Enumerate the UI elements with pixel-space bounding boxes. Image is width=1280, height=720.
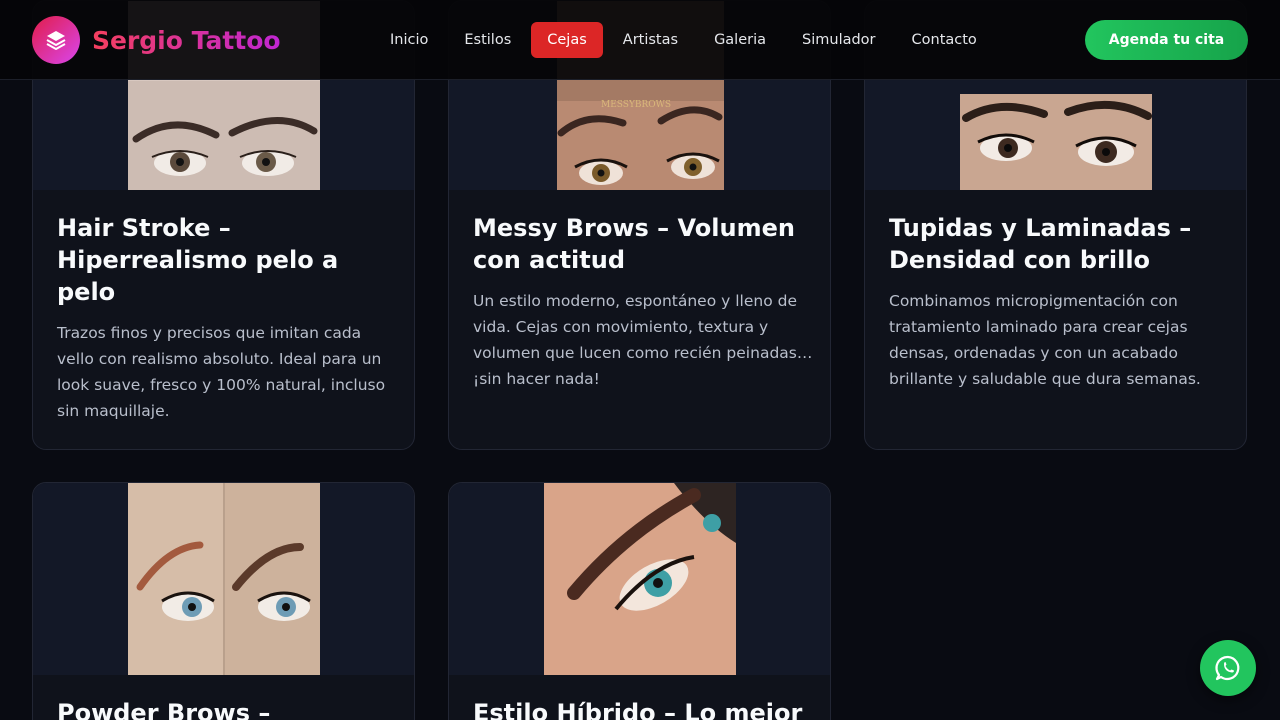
brand-name: Sergio Tattoo: [92, 25, 281, 55]
card-title: Hair Stroke – Hiperrealismo pelo a pelo: [57, 214, 339, 306]
card-description: Combinamos micropigmentación con tratami…: [889, 292, 1201, 388]
nav-item-galeria[interactable]: Galeria: [698, 22, 782, 58]
card-title: Estilo Híbrido – Lo mejor: [473, 699, 803, 720]
eyebrow-photo: [960, 94, 1152, 190]
whatsapp-icon: [1215, 655, 1240, 681]
nav-item-cejas[interactable]: Cejas: [531, 22, 603, 58]
book-appointment-button[interactable]: Agenda tu cita: [1085, 20, 1248, 60]
card-description: Trazos finos y precisos que imitan cada …: [57, 324, 386, 420]
card-title: Powder Brows –: [57, 699, 271, 720]
brand-logo[interactable]: Sergio Tattoo: [32, 16, 281, 64]
eyebrow-photo: [544, 483, 736, 675]
eyebrow-photo: [128, 483, 320, 675]
nav-item-simulador[interactable]: Simulador: [786, 22, 892, 58]
whatsapp-button[interactable]: [1200, 640, 1256, 696]
main-nav: Inicio Estilos Cejas Artistas Galeria Si…: [374, 22, 997, 58]
nav-item-inicio[interactable]: Inicio: [374, 22, 444, 58]
service-card-powder-brows[interactable]: Powder Brows –: [32, 482, 415, 720]
service-card-estilo-hibrido[interactable]: Estilo Híbrido – Lo mejor: [448, 482, 831, 720]
card-description: Un estilo moderno, espontáneo y lleno de…: [473, 292, 813, 388]
site-header: Sergio Tattoo Inicio Estilos Cejas Artis…: [0, 0, 1280, 80]
card-media: [449, 483, 830, 675]
image-watermark: MESSYBROWS: [601, 100, 671, 110]
nav-item-estilos[interactable]: Estilos: [448, 22, 527, 58]
nav-item-artistas[interactable]: Artistas: [607, 22, 694, 58]
nav-item-contacto[interactable]: Contacto: [896, 22, 993, 58]
card-media: [33, 483, 414, 675]
card-title: Messy Brows – Volumen con actitud: [473, 214, 795, 274]
layers-icon: [32, 16, 80, 64]
card-title: Tupidas y Laminadas – Densidad con brill…: [889, 214, 1192, 274]
